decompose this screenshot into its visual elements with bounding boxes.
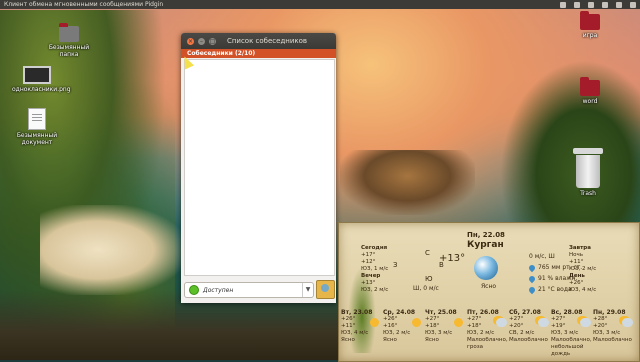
current-condition: Ясно [481, 283, 497, 290]
folder-icon [580, 11, 600, 30]
system-tray [560, 0, 636, 9]
forecast-day: Вт, 23.08 +26° +11° ЮЗ, 4 м/с Ясно [341, 309, 381, 358]
clear-sky-icon [474, 256, 498, 280]
forecast-day: Ср, 24.08 +26° +16° ЮЗ, 2 м/с Ясно [383, 309, 423, 358]
forecast-day: Пн, 29.08 +28° +20° ЮЗ, 3 м/с Малооблачно [593, 309, 633, 343]
desktop-icon-games[interactable]: игра [565, 11, 615, 39]
thunderstorm-icon [496, 318, 507, 327]
desktop-icon-label: игра [582, 32, 598, 39]
desktop-icon-document[interactable]: Безымянный документ [12, 108, 62, 146]
wind-compass-west: З [393, 261, 398, 269]
partly-cloudy-icon [622, 318, 633, 327]
desktop-icon-word[interactable]: word [565, 77, 615, 105]
network-icon[interactable] [574, 1, 580, 8]
sun-icon [370, 318, 379, 327]
tomorrow-day-block: День +26° ЮЗ, 4 м/с [569, 273, 597, 293]
wind-compass-north: С [425, 249, 430, 257]
image-icon [23, 66, 51, 84]
buddy-list[interactable] [184, 59, 335, 276]
power-icon[interactable] [630, 1, 636, 8]
today-block: Сегодня +17° +12° ЮЗ, 1 м/с [361, 245, 389, 272]
desktop-icon-label: word [582, 98, 598, 105]
city-name: Курган [467, 240, 504, 250]
buddy-icon-button[interactable] [316, 280, 335, 299]
rock-island [340, 150, 475, 215]
current-date: Пн, 22.08 [467, 231, 505, 239]
active-app-title: Клиент обмена мгновенными сообщениями Pi… [4, 1, 164, 8]
water-icon [527, 285, 537, 294]
desktop-icon-trash[interactable]: Trash [563, 148, 613, 197]
desktop-icon-image[interactable]: однокласники.png [12, 66, 71, 93]
forecast-day: Сб, 27.08 +27° +20° СВ, 2 м/с Малооблачно [509, 309, 549, 343]
pressure-icon [527, 263, 537, 272]
window-title: Список собеседников [226, 37, 308, 45]
chat-icon[interactable] [588, 1, 594, 8]
folder-icon [59, 23, 79, 42]
maximize-icon[interactable]: □ [209, 37, 216, 45]
buddy-group-header[interactable]: Собеседники (2/10) [181, 49, 336, 58]
buddy-list-window: × – □ Список собеседников Собеседники (2… [181, 33, 336, 303]
desktop-icon-label: Trash [580, 190, 596, 197]
document-icon [28, 108, 46, 130]
humidity-icon [527, 274, 537, 283]
beach [40, 205, 185, 295]
available-status-icon [189, 285, 199, 295]
top-panel: Клиент обмена мгновенными сообщениями Pi… [0, 0, 640, 9]
forecast-strip: Вт, 23.08 +26° +11° ЮЗ, 4 м/с Ясно Ср, 24.… [339, 309, 639, 358]
forecast-day: Вс, 28.08 +27° +19° ЮЗ, 3 м/с Малооблачно,… [551, 309, 592, 357]
window-titlebar[interactable]: × – □ Список собеседников [181, 33, 336, 49]
today-evening-block: Вечер +13° ЮЗ, 2 м/с [361, 273, 389, 293]
desktop-icon-label: Безымянный папка [48, 44, 90, 58]
battery-icon[interactable] [602, 1, 608, 8]
status-selector[interactable]: Доступен ▼ [184, 282, 314, 298]
chevron-down-icon[interactable]: ▼ [302, 283, 313, 297]
sun-icon [454, 318, 463, 327]
desktop-icon-label: однокласники.png [12, 86, 71, 93]
folder-icon [580, 77, 600, 96]
light-rain-icon [580, 318, 591, 327]
wind-compass-south: Ю [425, 275, 433, 283]
sound-icon[interactable] [616, 1, 622, 8]
sun-icon [412, 318, 421, 327]
weather-widget[interactable]: Сегодня +17° +12° ЮЗ, 1 м/с Вечер +13° Ю… [338, 222, 640, 362]
current-wind: Ш, 0 м/с [413, 285, 439, 292]
desktop-icon-folder[interactable]: Безымянный папка [44, 23, 94, 58]
partly-cloudy-icon [538, 318, 549, 327]
forecast-day: Чт, 25.08 +27° +18° ЮЗ, 3 м/с Ясно [425, 309, 465, 358]
tomorrow-block: Завтра Ночь +11° ЮЗ, 2 м/с [569, 245, 597, 272]
current-temp: +13° [439, 253, 466, 264]
close-icon[interactable]: × [187, 37, 194, 45]
mail-icon[interactable] [560, 1, 566, 8]
trash-icon [573, 148, 603, 188]
desktop-icon-label: Безымянный документ [16, 132, 58, 146]
forecast-day: Пт, 26.08 +27° +18° ЮЗ, 2 м/с Малооблачно,… [467, 309, 508, 350]
status-label: Доступен [203, 286, 234, 294]
minimize-icon[interactable]: – [198, 37, 205, 45]
